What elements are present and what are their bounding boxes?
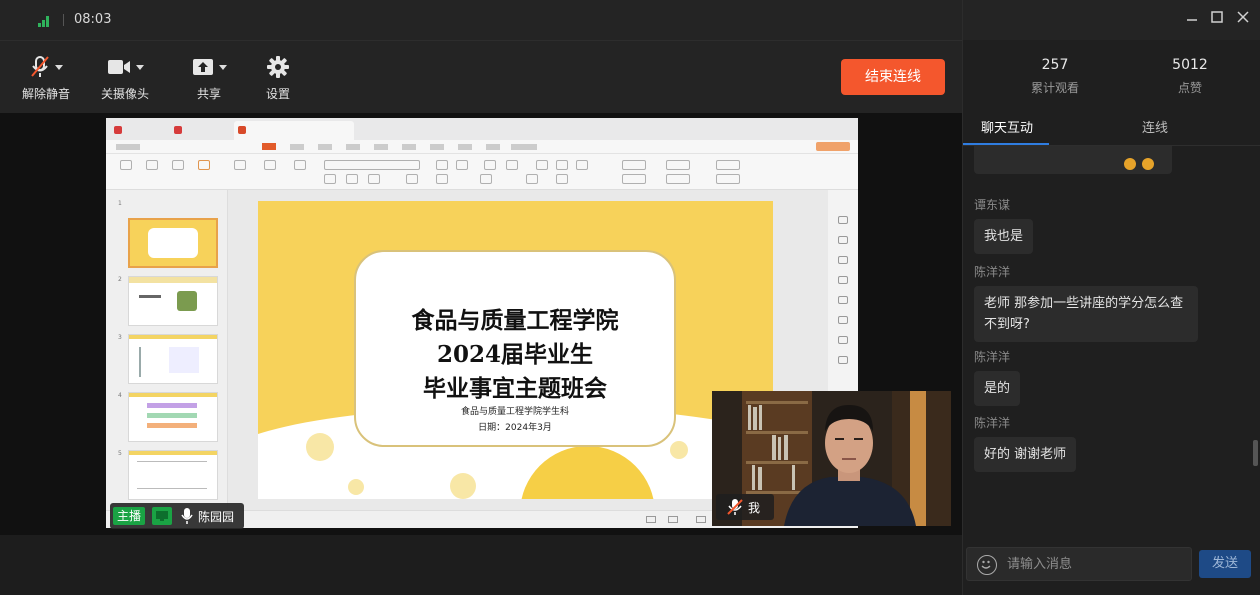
likes-stat: 5012 点赞 <box>1130 57 1250 96</box>
settings-label: 设置 <box>266 87 291 101</box>
settings-button[interactable]: 设置 <box>266 55 290 102</box>
views-label: 累计观看 <box>1030 81 1079 95</box>
host-badge: 主播 <box>113 507 146 525</box>
unmute-label: 解除静音 <box>22 87 71 101</box>
screen-share-icon <box>152 507 172 525</box>
minimize-icon[interactable] <box>1182 9 1202 29</box>
unmute-button[interactable]: 解除静音 <box>22 55 70 102</box>
live-app-window: 08:03 解除静音 关摄像头 共享 设置 结束连线 1 2 3 4 5 食品与… <box>0 0 1260 595</box>
camera-off-label: 关摄像头 <box>101 87 150 101</box>
side-panel: 257 累计观看 5012 点赞 聊天互动 连线 谭东谋 我也是 陈洋洋 老师 … <box>962 0 1260 595</box>
bottom-bar <box>0 535 962 595</box>
slide-bubble <box>306 433 334 461</box>
send-button[interactable]: 发送 <box>1199 550 1251 578</box>
presenter-name: 陈园园 <box>198 510 235 524</box>
mic-icon <box>180 507 194 525</box>
slide-bubble <box>450 473 476 499</box>
tab-chat[interactable]: 聊天互动 <box>981 117 1033 136</box>
list-item: 谭东谋 我也是 <box>974 196 1034 254</box>
presentation-app-menubar <box>106 140 858 154</box>
views-stat: 257 累计观看 <box>995 57 1115 96</box>
share-button[interactable]: 共享 <box>191 55 227 102</box>
slide-thumbnail[interactable] <box>128 450 218 500</box>
self-name: 我 <box>748 501 761 515</box>
camera-off-button[interactable]: 关摄像头 <box>101 55 149 102</box>
chevron-down-icon[interactable] <box>219 64 227 70</box>
slide-thumbnails-panel: 1 2 3 4 5 <box>106 190 228 510</box>
tab-link[interactable]: 连线 <box>1142 117 1168 136</box>
emoji-icon[interactable] <box>977 555 997 575</box>
message-input-box <box>966 547 1192 581</box>
app-tab-active <box>234 121 354 140</box>
app-tab <box>110 121 168 140</box>
share-screen-icon <box>193 59 213 75</box>
chat-sender: 陈洋洋 <box>974 416 1011 430</box>
slide-thumbnail[interactable] <box>128 334 218 384</box>
chat-message: 好的 谢谢老师 <box>974 437 1077 472</box>
message-input[interactable] <box>1007 548 1189 580</box>
list-item: 陈洋洋 是的 <box>974 348 1021 406</box>
chat-scrollbar[interactable] <box>1253 440 1258 466</box>
window-controls <box>963 0 1260 40</box>
slide-thumbnail[interactable] <box>128 276 218 326</box>
self-name-tag: 我 <box>716 494 774 520</box>
slide-thumbnail[interactable] <box>128 392 218 442</box>
views-count: 257 <box>1041 57 1069 73</box>
chat-list: 谭东谋 我也是 陈洋洋 老师 那参加一些讲座的学分怎么查不到呀? 陈洋洋 是的 … <box>963 146 1249 546</box>
chat-message: 老师 那参加一些讲座的学分怎么查不到呀? <box>974 286 1198 342</box>
chevron-down-icon[interactable] <box>55 64 63 70</box>
maximize-icon[interactable] <box>1207 9 1227 29</box>
signal-strength-icon <box>38 15 52 27</box>
chat-message: 是的 <box>974 371 1021 406</box>
chevron-down-icon[interactable] <box>136 64 144 70</box>
current-slide: 食品与质量工程学院 2024届毕业生 毕业事宜主题班会 食品与质量工程学院学生科… <box>258 201 773 499</box>
slide-title: 食品与质量工程学院 2024届毕业生 毕业事宜主题班会 <box>411 307 619 402</box>
app-tab <box>170 121 232 140</box>
slide-thumbnail[interactable] <box>128 218 218 268</box>
clock: 08:03 <box>74 12 112 27</box>
share-label: 共享 <box>196 87 221 101</box>
presentation-app-ribbon <box>106 154 858 190</box>
slide-bubble <box>670 441 688 459</box>
list-item: 陈洋洋 好的 谢谢老师 <box>974 414 1077 472</box>
slide-bubble <box>348 479 364 495</box>
chat-sender: 陈洋洋 <box>974 265 1011 279</box>
presentation-app-tabbar <box>106 118 858 140</box>
chat-sender: 谭东谋 <box>974 198 1011 212</box>
title-bar: 08:03 <box>0 0 962 40</box>
end-connection-button[interactable]: 结束连线 <box>841 59 945 95</box>
chat-sender: 陈洋洋 <box>974 350 1011 364</box>
list-item: 陈洋洋 老师 那参加一些讲座的学分怎么查不到呀? <box>974 263 1198 342</box>
slide-title-card: 食品与质量工程学院 2024届毕业生 毕业事宜主题班会 食品与质量工程学院学生科… <box>354 250 676 447</box>
list-item <box>974 146 1172 174</box>
mic-muted-icon[interactable] <box>726 498 744 516</box>
likes-label: 点赞 <box>1177 81 1202 95</box>
divider <box>63 14 64 26</box>
slide-subtitle: 食品与质量工程学院学生科 日期：2024年3月 <box>460 407 569 433</box>
gear-icon <box>267 56 289 78</box>
close-icon[interactable] <box>1233 9 1253 29</box>
mic-muted-icon <box>31 56 49 77</box>
meeting-toolbar: 解除静音 关摄像头 共享 设置 结束连线 <box>0 40 962 113</box>
presenter-tag: 主播 陈园园 <box>110 503 244 529</box>
likes-count: 5012 <box>1172 57 1208 73</box>
chat-message: 我也是 <box>974 219 1034 254</box>
camera-icon <box>108 60 130 74</box>
